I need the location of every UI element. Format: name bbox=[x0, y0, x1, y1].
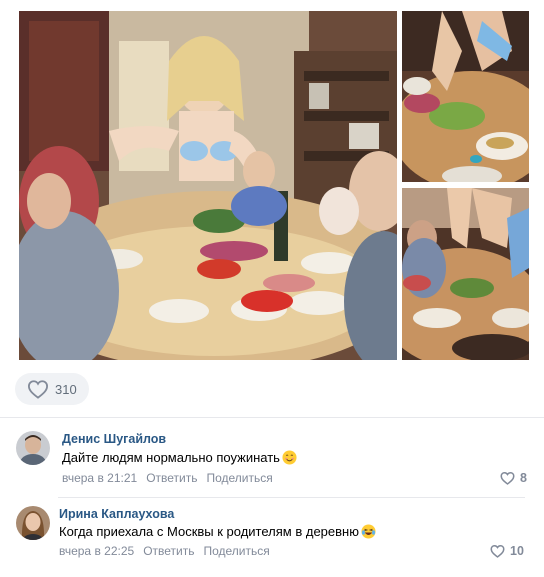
family-dinner-image bbox=[19, 11, 397, 360]
comment-author[interactable]: Ирина Каплаухова bbox=[59, 507, 174, 521]
heart-outline-icon bbox=[490, 544, 505, 558]
comment-like-count: 10 bbox=[510, 544, 524, 558]
comment-text-content: Дайте людям нормально поужинать bbox=[62, 450, 280, 465]
comment-text: Когда приехала с Москвы к родителям в де… bbox=[59, 524, 376, 539]
comment-author[interactable]: Денис Шугайлов bbox=[62, 432, 166, 446]
comment-time[interactable]: вчера в 21:21 bbox=[62, 471, 137, 485]
reply-button[interactable]: Ответить bbox=[143, 544, 194, 558]
reply-button[interactable]: Ответить bbox=[146, 471, 197, 485]
post-comments-divider bbox=[0, 417, 544, 418]
comment-text-content: Когда приехала с Москвы к родителям в де… bbox=[59, 524, 359, 539]
share-button[interactable]: Поделиться bbox=[206, 471, 272, 485]
comment-like-button[interactable]: 8 bbox=[500, 471, 527, 485]
table-closeup-image bbox=[402, 11, 529, 182]
comment-divider bbox=[58, 497, 525, 498]
smiling-face-emoji-icon bbox=[282, 450, 297, 465]
post-like-count: 310 bbox=[55, 381, 77, 397]
comment-like-count: 8 bbox=[520, 471, 527, 485]
comment-time[interactable]: вчера в 22:25 bbox=[59, 544, 134, 558]
comment-like-button[interactable]: 10 bbox=[490, 544, 524, 558]
post-like-button[interactable]: 310 bbox=[15, 373, 89, 405]
post-photo-bottom-right[interactable] bbox=[402, 188, 529, 360]
comment-meta: вчера в 21:21 Ответить Поделиться bbox=[62, 471, 282, 485]
user-avatar-image bbox=[16, 431, 50, 465]
share-button[interactable]: Поделиться bbox=[203, 544, 269, 558]
avatar[interactable] bbox=[16, 506, 50, 540]
post-photo-main[interactable] bbox=[19, 11, 397, 360]
heart-outline-icon bbox=[27, 380, 49, 399]
user-avatar-image bbox=[16, 506, 50, 540]
heart-outline-icon bbox=[500, 471, 515, 485]
laughing-tears-emoji-icon bbox=[361, 524, 376, 539]
family-dinner-side-image bbox=[402, 188, 529, 360]
comment-text: Дайте людям нормально поужинать bbox=[62, 450, 297, 465]
post-photo-top-right[interactable] bbox=[402, 11, 529, 182]
avatar[interactable] bbox=[16, 431, 50, 465]
comment-meta: вчера в 22:25 Ответить Поделиться bbox=[59, 544, 279, 558]
